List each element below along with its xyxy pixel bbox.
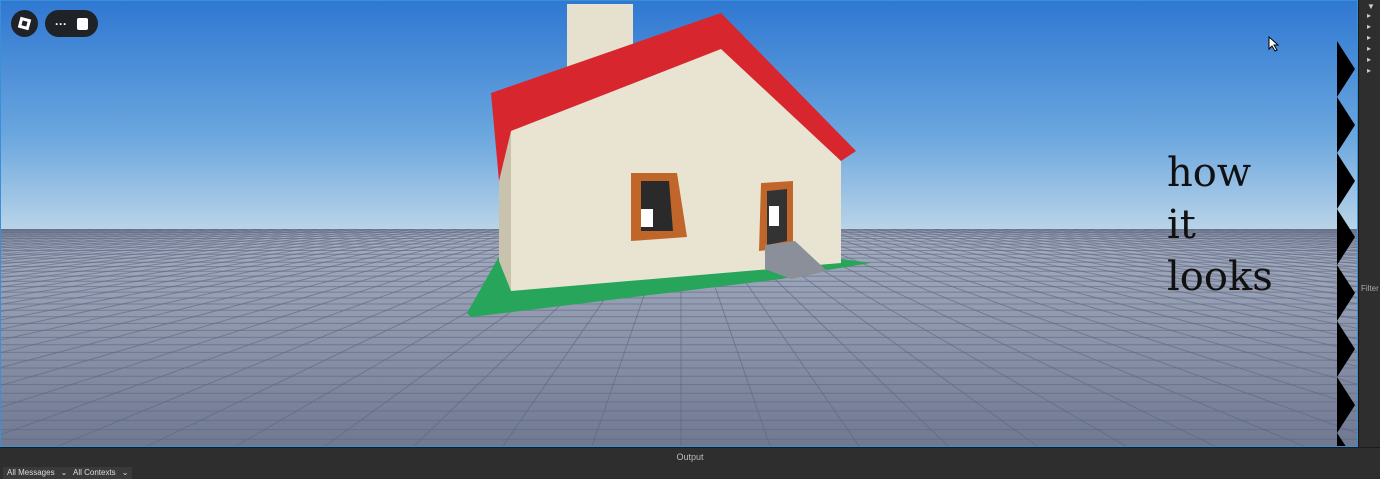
caption-line: how	[1167, 150, 1252, 196]
tree-item[interactable]: ▸	[1359, 11, 1380, 22]
game-viewport[interactable]: ··· how it looks	[0, 0, 1358, 447]
chat-icon[interactable]	[77, 17, 88, 30]
roblox-logo-icon	[17, 16, 32, 31]
caption-text: how it looks	[1167, 147, 1273, 303]
properties-filter-input[interactable]: Filter	[1361, 284, 1379, 293]
message-filter-dropdown[interactable]: All Messages ⌄	[3, 467, 72, 479]
message-filter-label: All Messages	[7, 468, 55, 477]
tree-item[interactable]: ▸	[1359, 33, 1380, 44]
explorer-panel[interactable]: ▼ ▸ ▸ ▸ ▸ ▸ ▸ Filter	[1358, 0, 1380, 447]
tree-item[interactable]: ▸	[1359, 55, 1380, 66]
caption-line: looks	[1167, 254, 1273, 300]
caption-line: it	[1167, 202, 1196, 248]
filter-icon[interactable]: ▼	[1359, 0, 1380, 11]
zigzag-border	[1337, 41, 1355, 446]
tree-item[interactable]: ▸	[1359, 66, 1380, 77]
more-chat-button-group[interactable]: ···	[45, 10, 98, 37]
tree-item[interactable]: ▸	[1359, 44, 1380, 55]
ellipsis-icon[interactable]: ···	[55, 17, 67, 31]
output-title: Output	[676, 452, 704, 462]
output-panel: Output All Messages ⌄ All Contexts ⌄	[0, 447, 1380, 479]
roblox-menu-button[interactable]	[11, 10, 38, 37]
tree-item[interactable]: ▸	[1359, 22, 1380, 33]
house-model	[467, 4, 871, 317]
context-filter-label: All Contexts	[73, 468, 116, 477]
chevron-down-icon: ⌄	[121, 468, 129, 477]
chevron-down-icon: ⌄	[60, 468, 68, 477]
context-filter-dropdown[interactable]: All Contexts ⌄	[69, 467, 133, 479]
mouse-cursor-icon	[1268, 36, 1280, 52]
